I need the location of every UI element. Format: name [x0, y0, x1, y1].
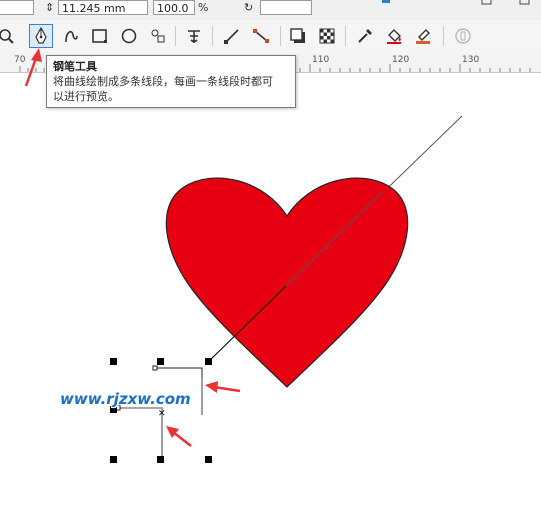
pen-path-preview-2 [118, 407, 163, 458]
heart-shape[interactable] [165, 177, 409, 388]
annotation-arrow-right [205, 381, 241, 393]
pen-tool-tooltip: 钢笔工具 将曲线绘制成多条线段，每画一条线段时都可 以进行预览。 [46, 55, 296, 108]
annotation-arrow-lower [166, 426, 192, 447]
tooltip-description-line2: 以进行预览。 [53, 90, 119, 103]
cursor-cross-icon: ✕ [158, 409, 166, 419]
annotation-arrow-pen [24, 48, 42, 87]
pen-node[interactable] [152, 365, 158, 371]
watermark-text: www.rjzxw.com [60, 390, 191, 408]
tooltip-description-line1: 将曲线绘制成多条线段，每画一条线段时都可 [53, 75, 273, 88]
tooltip-title: 钢笔工具 [53, 60, 97, 73]
